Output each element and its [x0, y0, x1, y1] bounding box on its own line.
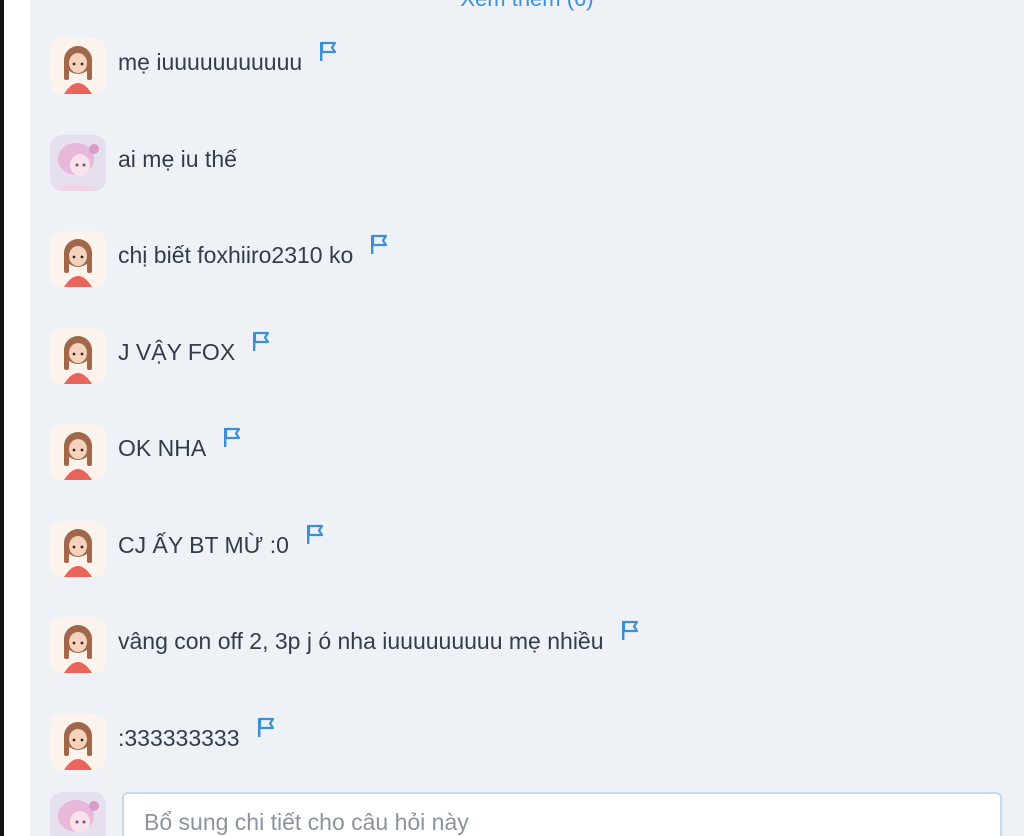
- report-flag-icon[interactable]: [222, 426, 242, 448]
- comment-text: vâng con off 2, 3p j ó nha iuuuuuuuuu mẹ…: [118, 620, 640, 655]
- comment-item: chị biết foxhiiro2310 ko: [50, 231, 389, 287]
- report-flag-icon[interactable]: [251, 330, 271, 352]
- comment-text: ai mẹ iu thế: [118, 146, 237, 173]
- window-border: [0, 0, 4, 836]
- report-flag-icon[interactable]: [369, 233, 389, 255]
- comment-message: ai mẹ iu thế: [118, 145, 237, 172]
- girl-avatar-icon[interactable]: [50, 328, 106, 384]
- girl-avatar-icon[interactable]: [50, 521, 106, 577]
- comment-item: mẹ iuuuuuuuuuuu: [50, 38, 338, 94]
- comment-item: OK NHA: [50, 424, 242, 480]
- comment-item: vâng con off 2, 3p j ó nha iuuuuuuuuu mẹ…: [50, 617, 640, 673]
- reply-input[interactable]: [122, 792, 1002, 836]
- comment-text: J VẬY FOX: [118, 331, 271, 366]
- see-more-link[interactable]: Xem thêm (6): [30, 0, 1024, 12]
- comment-message: mẹ iuuuuuuuuuuu: [118, 49, 303, 75]
- comment-text: CJ ẤY BT MỪ :0: [118, 524, 325, 559]
- pink-anime-avatar-icon[interactable]: [50, 135, 106, 191]
- report-flag-icon[interactable]: [256, 716, 276, 738]
- left-edge: [0, 0, 30, 836]
- girl-avatar-icon[interactable]: [50, 38, 106, 94]
- girl-avatar-icon[interactable]: [50, 714, 106, 770]
- comment-message: CJ ẤY BT MỪ :0: [118, 532, 289, 558]
- comments-panel: Xem thêm (6) mẹ iuuuuuuuuuuu ai mẹ iu th…: [30, 0, 1024, 836]
- comment-item: :333333333: [50, 714, 276, 770]
- comment-text: OK NHA: [118, 427, 242, 462]
- girl-avatar-icon[interactable]: [50, 617, 106, 673]
- pink-anime-avatar-icon: [50, 792, 106, 836]
- report-flag-icon[interactable]: [305, 523, 325, 545]
- comment-message: OK NHA: [118, 435, 207, 461]
- comment-item: ai mẹ iu thế: [50, 135, 237, 191]
- comment-text: :333333333: [118, 717, 276, 752]
- report-flag-icon[interactable]: [620, 619, 640, 641]
- comment-message: vâng con off 2, 3p j ó nha iuuuuuuuuu mẹ…: [118, 628, 604, 654]
- girl-avatar-icon[interactable]: [50, 424, 106, 480]
- girl-avatar-icon[interactable]: [50, 231, 106, 287]
- comment-message: chị biết foxhiiro2310 ko: [118, 242, 354, 268]
- comment-message: :333333333: [118, 725, 240, 751]
- comment-item: CJ ẤY BT MỪ :0: [50, 521, 325, 577]
- comment-message: J VẬY FOX: [118, 339, 236, 365]
- comment-text: chị biết foxhiiro2310 ko: [118, 234, 389, 269]
- comment-text: mẹ iuuuuuuuuuuu: [118, 41, 338, 76]
- comment-item: J VẬY FOX: [50, 328, 271, 384]
- report-flag-icon[interactable]: [318, 40, 338, 62]
